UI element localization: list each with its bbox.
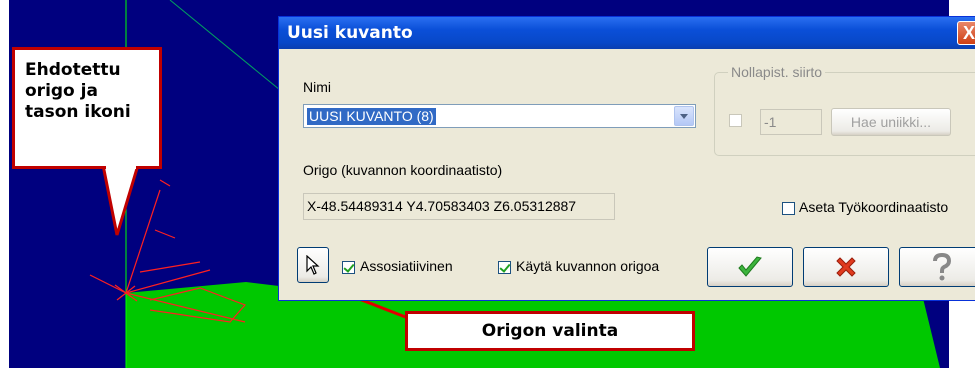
callout-pointer-join [106, 163, 136, 169]
left-border-strip [0, 0, 9, 368]
help-button[interactable] [899, 247, 975, 287]
origin-coordinates-field[interactable]: X-48.54489314 Y4.70583403 Z6.05312887 [303, 193, 615, 220]
use-view-origin-label[interactable]: Käytä kuvannon origoa [516, 258, 659, 274]
close-icon: X [962, 23, 975, 43]
fetch-unique-button[interactable]: Hae uniikki... [831, 108, 951, 136]
associative-checkbox[interactable] [342, 261, 355, 274]
ok-button[interactable] [707, 247, 793, 287]
zero-shift-checkbox[interactable] [729, 114, 742, 127]
x-icon [836, 257, 856, 277]
callout-line-1: Ehdotettu [25, 60, 121, 80]
associative-label[interactable]: Assosiatiivinen [360, 258, 453, 274]
dialog-titlebar[interactable]: Uusi kuvanto X [279, 17, 975, 49]
zero-shift-group: Nollapist. siirto -1 Hae uniikki... [714, 64, 975, 156]
new-view-dialog: Uusi kuvanto X Nimi UUSI KUVANTO (8) Ori… [278, 16, 975, 301]
name-label: Nimi [303, 79, 331, 95]
chevron-down-icon[interactable] [674, 106, 694, 126]
question-icon [933, 252, 952, 281]
close-button[interactable]: X [957, 21, 975, 45]
name-combobox[interactable]: UUSI KUVANTO (8) [303, 104, 696, 128]
callout-origin-selection: Origon valinta [405, 311, 695, 351]
callout-suggested-origin: Ehdotettu origo ja tason ikoni [12, 47, 162, 169]
set-work-coords-label[interactable]: Aseta Työkoordinaatisto [799, 199, 948, 215]
zero-shift-field[interactable]: -1 [760, 109, 822, 135]
zero-shift-title: Nollapist. siirto [728, 64, 826, 80]
name-value: UUSI KUVANTO (8) [307, 108, 436, 125]
pointer-icon [306, 254, 320, 275]
dialog-title: Uusi kuvanto [287, 23, 413, 43]
check-icon [738, 256, 762, 277]
origin-label: Origo (kuvannon koordinaatisto) [303, 162, 503, 178]
pick-origin-button[interactable] [297, 247, 329, 283]
use-view-origin-checkbox[interactable] [498, 261, 511, 274]
set-work-coords-checkbox[interactable] [782, 202, 795, 215]
cancel-button[interactable] [803, 247, 889, 287]
callout-line-3: tason ikoni [25, 102, 131, 122]
callout-line-2: origo ja [25, 81, 98, 101]
